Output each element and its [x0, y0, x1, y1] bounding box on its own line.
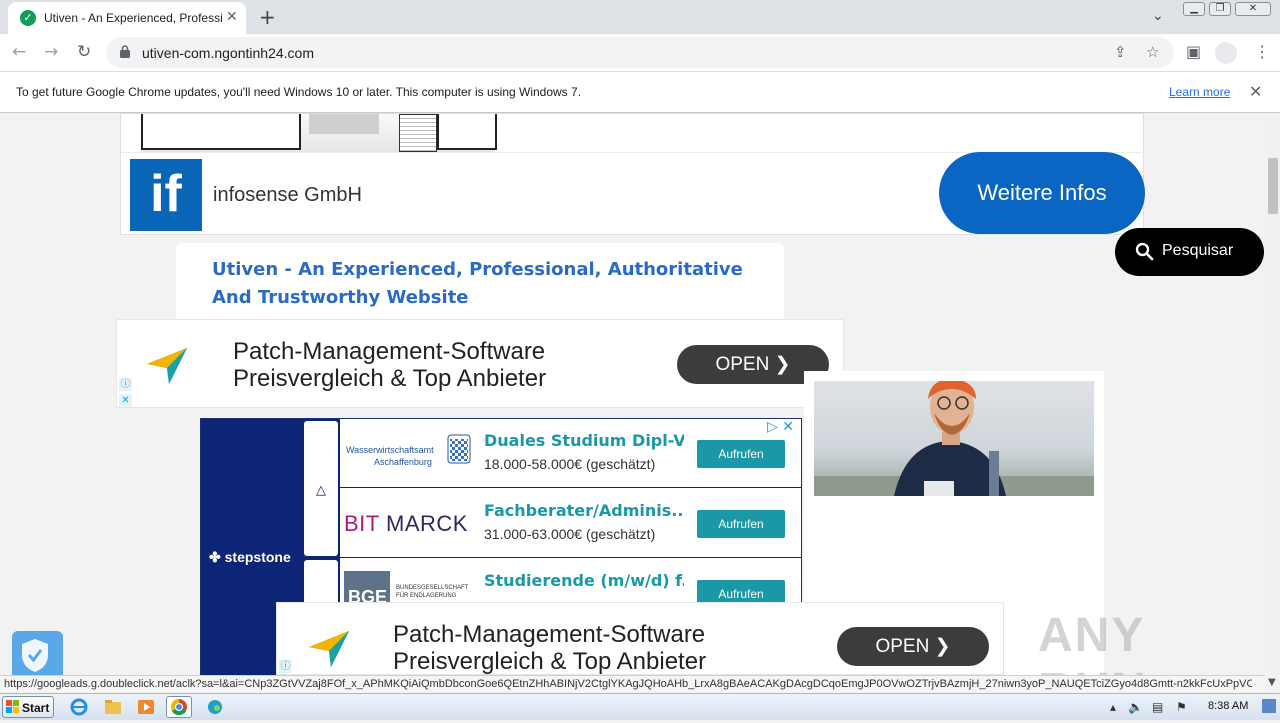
- start-label: Start: [22, 701, 50, 715]
- ad-info-icon[interactable]: ⓘ: [279, 660, 292, 673]
- patch-management-sticky-ad[interactable]: Patch-Management-Software Preisvergleich…: [276, 602, 1004, 675]
- paper-plane-logo-icon: [147, 348, 187, 384]
- edge-icon[interactable]: [202, 696, 228, 718]
- vertical-scrollbar[interactable]: [1265, 113, 1280, 675]
- back-arrow-icon[interactable]: ←: [12, 42, 26, 62]
- open-button-label: OPEN: [715, 354, 770, 375]
- svg-text:BIT: BIT: [344, 511, 380, 536]
- restore-window-icon[interactable]: ❐: [1209, 2, 1231, 16]
- tab-close-icon[interactable]: ✕: [226, 9, 238, 25]
- status-bar: https://googleads.g.doubleclick.net/aclk…: [0, 675, 1265, 693]
- new-tab-icon[interactable]: +: [259, 5, 276, 29]
- ad-headline[interactable]: Patch-Management-Software: [393, 621, 705, 649]
- weitere-infos-button[interactable]: Weitere Infos: [939, 152, 1145, 234]
- job-listing[interactable]: Wasserwirtschaftsamt Aschaffenburg Duale…: [340, 419, 801, 488]
- reload-icon[interactable]: ↻: [77, 42, 91, 62]
- status-link-url: https://googleads.g.doubleclick.net/aclk…: [4, 678, 1252, 690]
- volume-icon[interactable]: 🔈: [1128, 700, 1143, 714]
- ad-close-icon[interactable]: ✕: [119, 394, 132, 407]
- bookmark-star-icon[interactable]: ☆: [1146, 43, 1159, 61]
- open-button-label: OPEN: [875, 636, 930, 657]
- job-title[interactable]: Studierende (m/w/d) f...: [484, 571, 684, 590]
- job-title[interactable]: Fachberater/Adminis...: [484, 501, 684, 520]
- anyrun-watermark: ANY RUN: [1038, 609, 1146, 675]
- browser-toolbar: ← → ↻ utiven-com.ngontinh24.com ⇪ ☆ ▣ ⋮: [0, 34, 1280, 71]
- scrollbar-thumb[interactable]: [1268, 158, 1278, 214]
- job-listing[interactable]: BIT MARCK Fachberater/Adminis... 31.000-…: [340, 489, 801, 558]
- patch-management-ad[interactable]: Patch-Management-Software Preisvergleich…: [116, 319, 844, 408]
- ad-info-icon[interactable]: ⓘ: [119, 378, 132, 391]
- ad-headline[interactable]: Patch-Management-Software: [233, 338, 545, 366]
- browser-tab[interactable]: ✓ Utiven - An Experienced, Professional,…: [8, 2, 246, 34]
- scroll-up-button[interactable]: △: [304, 421, 338, 556]
- menu-kebab-icon[interactable]: ⋮: [1254, 42, 1270, 61]
- open-button[interactable]: OPEN ❯: [837, 627, 989, 666]
- pesquisar-search-button[interactable]: Pesquisar: [1115, 228, 1264, 276]
- paper-plane-logo-icon: [309, 631, 349, 667]
- share-icon[interactable]: ⇪: [1114, 43, 1127, 61]
- pesquisar-label: Pesquisar: [1162, 242, 1234, 259]
- shield-check-icon: [22, 639, 48, 672]
- windows-logo-icon: [6, 700, 19, 713]
- triangle-up-icon: △: [316, 483, 326, 498]
- infobar-message: To get future Google Chrome updates, you…: [16, 85, 582, 99]
- infobar-close-icon[interactable]: ✕: [1249, 82, 1262, 101]
- job-salary: 31.000-63.000€ (geschätzt): [484, 526, 656, 542]
- aufrufen-button[interactable]: Aufrufen: [697, 510, 785, 538]
- shield-widget[interactable]: [12, 631, 63, 675]
- svg-text:Aschaffenburg: Aschaffenburg: [374, 457, 432, 467]
- stepstone-logo: ✤ stepstone: [209, 549, 291, 565]
- check-favicon-icon: ✓: [20, 10, 36, 26]
- windows-taskbar: Start ▴ 🔈 ▤ ⚑ 8:38 AM: [0, 693, 1280, 720]
- minimize-window-icon[interactable]: ▁: [1183, 2, 1205, 16]
- tab-strip: ✓ Utiven - An Experienced, Professional,…: [0, 0, 1280, 34]
- infosense-ad[interactable]: if infosense GmbH Weitere Infos: [120, 113, 1145, 235]
- bitmarck-logo: BIT MARCK: [344, 511, 468, 536]
- man-with-glasses-photo[interactable]: [814, 381, 1094, 496]
- action-center-flag-icon[interactable]: ⚑: [1176, 700, 1187, 714]
- profile-avatar[interactable]: [1215, 42, 1237, 64]
- svg-text:BUNDESGESELLSCHAFT: BUNDESGESELLSCHAFT: [396, 585, 469, 591]
- article-title[interactable]: Utiven - An Experienced, Professional, A…: [212, 256, 772, 312]
- ad-subheadline[interactable]: Preisvergleich & Top Anbieter: [233, 365, 546, 393]
- infosense-logo[interactable]: if: [130, 159, 202, 231]
- job-salary: 18.000-58.000€ (geschätzt): [484, 456, 656, 472]
- page-viewport: if infosense GmbH Weitere Infos Utiven -…: [0, 113, 1265, 675]
- ad-subheadline[interactable]: Preisvergleich & Top Anbieter: [393, 648, 706, 675]
- show-desktop-icon[interactable]: [1262, 699, 1276, 713]
- job-title[interactable]: Duales Studium Dipl-V...: [484, 431, 684, 450]
- svg-text:FÜR ENDLAGERUNG: FÜR ENDLAGERUNG: [396, 592, 457, 599]
- advertiser-name[interactable]: infosense GmbH: [213, 184, 362, 207]
- tab-search-chevron-icon[interactable]: ⌄: [1152, 8, 1164, 24]
- tray-expand-icon[interactable]: ▴: [1110, 700, 1116, 714]
- aufrufen-button[interactable]: Aufrufen: [697, 440, 785, 468]
- wasserwirtschaftsamt-logo: Wasserwirtschaftsamt Aschaffenburg: [346, 434, 471, 467]
- address-bar[interactable]: utiven-com.ngontinh24.com ⇪ ☆: [106, 37, 1174, 68]
- side-panel-icon[interactable]: ▣: [1186, 42, 1201, 61]
- network-icon[interactable]: ▤: [1152, 700, 1163, 714]
- search-icon: [1135, 242, 1154, 261]
- close-window-icon[interactable]: ✕: [1235, 2, 1271, 16]
- update-infobar: To get future Google Chrome updates, you…: [0, 71, 1280, 113]
- tab-title: Utiven - An Experienced, Professional, A…: [44, 11, 222, 25]
- product-screens-image: [141, 114, 497, 152]
- learn-more-link[interactable]: Learn more: [1169, 85, 1230, 99]
- svg-text:MARCK: MARCK: [386, 511, 468, 536]
- scroll-down-arrow-icon[interactable]: ▼: [1268, 677, 1276, 688]
- chrome-taskbar-icon[interactable]: [166, 696, 192, 718]
- start-button[interactable]: Start: [2, 696, 54, 718]
- lock-icon[interactable]: [120, 45, 130, 58]
- forward-arrow-icon[interactable]: →: [44, 42, 58, 62]
- media-player-icon[interactable]: [133, 696, 159, 718]
- url-text[interactable]: utiven-com.ngontinh24.com: [142, 45, 314, 61]
- file-explorer-icon[interactable]: [100, 696, 126, 718]
- svg-text:Wasserwirtschaftsamt: Wasserwirtschaftsamt: [346, 445, 434, 455]
- internet-explorer-icon[interactable]: [66, 696, 92, 718]
- taskbar-clock[interactable]: 8:38 AM: [1208, 700, 1248, 712]
